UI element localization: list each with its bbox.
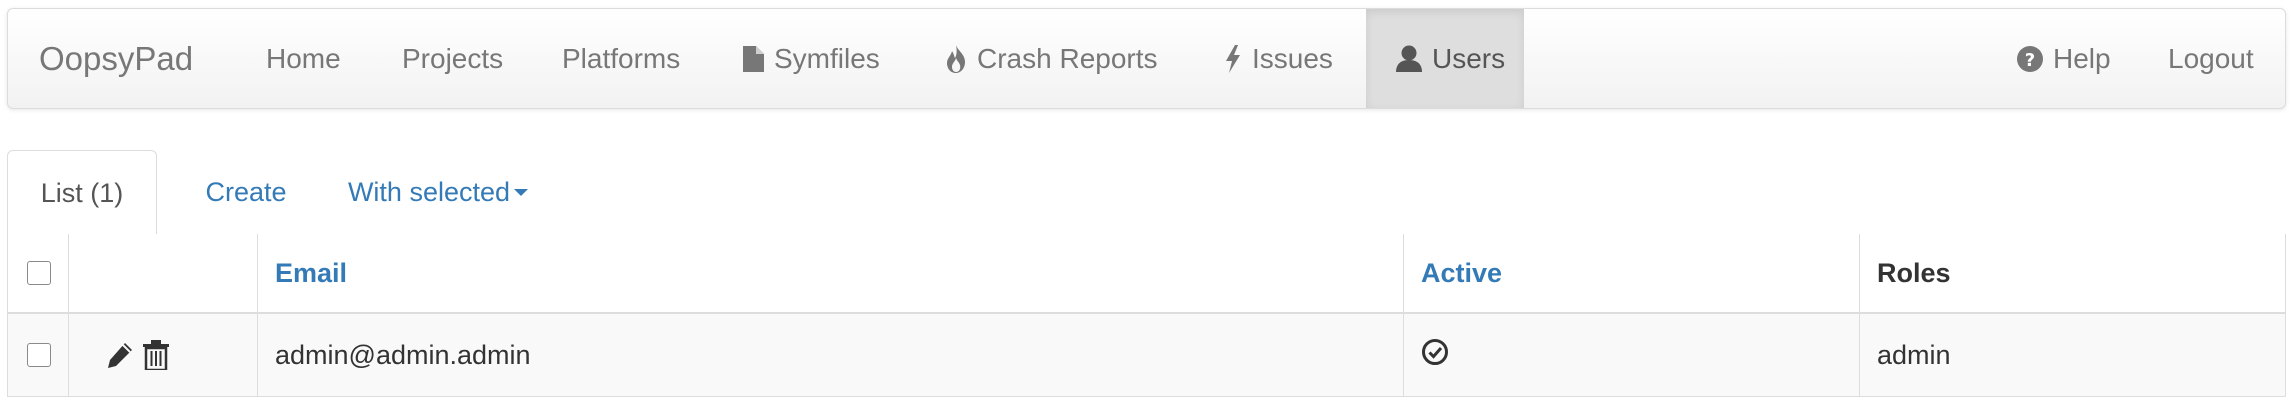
row-active-cell — [1404, 314, 1860, 396]
row-actions-cell — [69, 314, 258, 396]
email-column-header[interactable]: Email — [275, 258, 347, 289]
flash-icon — [1224, 44, 1242, 73]
trash-icon[interactable] — [143, 340, 169, 370]
header-actions-cell — [69, 234, 258, 312]
nav-symfiles[interactable]: Symfiles — [743, 9, 880, 108]
tab-create[interactable]: Create — [191, 150, 301, 235]
pencil-icon[interactable] — [106, 341, 134, 369]
nav-help[interactable]: ? Help — [2017, 9, 2111, 108]
user-icon — [1396, 45, 1422, 72]
row-email: admin@admin.admin — [275, 339, 531, 370]
question-circle-icon: ? — [2017, 45, 2043, 72]
row-select-cell — [8, 314, 69, 396]
svg-text:?: ? — [2025, 50, 2035, 71]
tab-list[interactable]: List (1) — [7, 150, 157, 236]
nav-home-label: Home — [266, 42, 341, 74]
nav-logout-label: Logout — [2168, 42, 2254, 74]
check-circle-icon — [1421, 338, 1449, 373]
header-select-cell — [8, 234, 69, 312]
top-navbar: OopsyPad Home Projects Platforms Symfile… — [7, 8, 2286, 109]
users-table: Email Active Roles admin@admin.admin adm… — [7, 234, 2286, 397]
tab-with-selected-label: With selected — [347, 177, 511, 207]
row-roles-cell: admin — [1860, 314, 2285, 396]
nav-home[interactable]: Home — [266, 9, 341, 108]
fire-icon — [945, 44, 967, 73]
caret-down-icon — [514, 189, 529, 196]
header-email-cell: Email — [258, 234, 1404, 312]
nav-projects[interactable]: Projects — [402, 9, 503, 108]
table-header-row: Email Active Roles — [8, 234, 2285, 314]
header-active-cell: Active — [1404, 234, 1860, 312]
nav-issues-label: Issues — [1252, 42, 1333, 74]
roles-column-header: Roles — [1877, 257, 1951, 288]
view-tabs: List (1) Create With selected — [7, 150, 2286, 236]
tab-with-selected[interactable]: With selected — [343, 150, 533, 235]
row-checkbox[interactable] — [27, 343, 51, 367]
nav-crash-reports[interactable]: Crash Reports — [945, 9, 1158, 108]
row-roles: admin — [1877, 339, 1951, 370]
nav-crash-reports-label: Crash Reports — [977, 42, 1158, 74]
nav-help-label: Help — [2053, 42, 2111, 74]
row-email-cell: admin@admin.admin — [258, 314, 1404, 396]
header-roles-cell: Roles — [1860, 234, 2285, 312]
active-column-header[interactable]: Active — [1421, 258, 1502, 289]
nav-projects-label: Projects — [402, 42, 504, 74]
nav-symfiles-label: Symfiles — [774, 42, 880, 74]
select-all-checkbox[interactable] — [27, 261, 51, 285]
nav-users-label: Users — [1432, 42, 1506, 74]
nav-platforms-label: Platforms — [562, 42, 681, 74]
file-icon — [743, 45, 764, 72]
nav-users[interactable]: Users — [1366, 9, 1524, 108]
nav-issues[interactable]: Issues — [1224, 9, 1333, 108]
brand-logo[interactable]: OopsyPad — [39, 9, 193, 108]
nav-platforms[interactable]: Platforms — [562, 9, 680, 108]
table-row: admin@admin.admin admin — [8, 314, 2285, 396]
nav-logout[interactable]: Logout — [2168, 9, 2254, 108]
